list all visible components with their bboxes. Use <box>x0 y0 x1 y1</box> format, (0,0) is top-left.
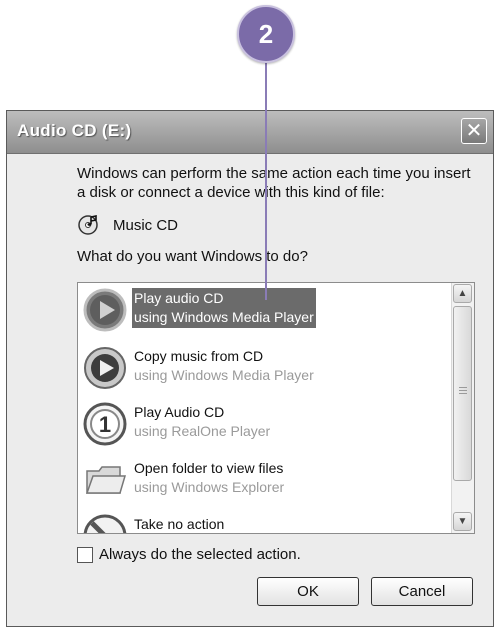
action-item-realone[interactable]: 1 Play Audio CD using RealOne Player <box>78 399 450 457</box>
vertical-scrollbar[interactable]: ▲ ▼ <box>451 283 474 533</box>
cancel-button[interactable]: Cancel <box>371 577 473 606</box>
action-subtitle: using Windows Media Player <box>134 367 314 383</box>
dialog-body: Windows can perform the same action each… <box>7 154 493 626</box>
step-callout-badge: 2 <box>237 5 295 63</box>
action-item-copy-music[interactable]: Copy music from CD using Windows Media P… <box>78 343 450 401</box>
action-title: Play Audio CD <box>134 404 225 420</box>
action-title: Play audio CD <box>134 290 224 306</box>
scroll-up-button[interactable]: ▲ <box>453 284 472 303</box>
title-bar[interactable]: Audio CD (E:) ✕ <box>7 111 493 154</box>
autoplay-dialog: Audio CD (E:) ✕ Windows can perform the … <box>6 110 494 627</box>
action-item-take-no-action[interactable]: Take no action <box>78 511 450 533</box>
always-do-label[interactable]: Always do the selected action. <box>99 546 301 563</box>
window-title: Audio CD (E:) <box>17 121 132 140</box>
callout-pointer-line <box>265 60 267 300</box>
close-icon: ✕ <box>465 120 483 142</box>
action-title: Open folder to view files <box>134 460 284 476</box>
play-icon <box>83 288 127 332</box>
scroll-down-button[interactable]: ▼ <box>453 512 472 531</box>
music-cd-icon <box>78 215 98 235</box>
action-item-play-audio-cd[interactable]: Play audio CD using Windows Media Player <box>78 285 450 343</box>
ok-button[interactable]: OK <box>257 577 359 606</box>
action-title: Copy music from CD <box>134 348 264 364</box>
description-text: Windows can perform the same action each… <box>77 164 477 202</box>
action-item-open-folder[interactable]: Open folder to view files using Windows … <box>78 455 450 513</box>
device-type: Music CD <box>77 214 178 236</box>
chevron-down-icon: ▼ <box>457 516 468 527</box>
close-button[interactable]: ✕ <box>461 118 487 144</box>
realone-icon: 1 <box>83 402 127 446</box>
svg-text:1: 1 <box>99 412 111 437</box>
grip-icon <box>459 387 467 396</box>
action-listbox[interactable]: Play audio CD using Windows Media Player… <box>77 282 475 534</box>
always-do-row: Always do the selected action. <box>77 546 301 563</box>
action-subtitle: using RealOne Player <box>134 423 271 439</box>
action-subtitle: using Windows Media Player <box>134 309 314 325</box>
action-prompt: What do you want Windows to do? <box>77 248 308 265</box>
no-action-icon <box>83 514 127 533</box>
description-line-2: a disk or connect a device with this kin… <box>77 184 385 201</box>
action-subtitle: using Windows Explorer <box>134 479 285 495</box>
folder-icon <box>85 466 127 494</box>
chevron-up-icon: ▲ <box>457 288 468 299</box>
device-label: Music CD <box>113 216 179 234</box>
action-title: Take no action <box>134 516 225 532</box>
scroll-thumb[interactable] <box>453 306 472 481</box>
always-do-checkbox[interactable] <box>77 546 93 563</box>
copy-cd-icon <box>84 347 126 389</box>
description-line-1: Windows can perform the same action each… <box>77 165 471 182</box>
